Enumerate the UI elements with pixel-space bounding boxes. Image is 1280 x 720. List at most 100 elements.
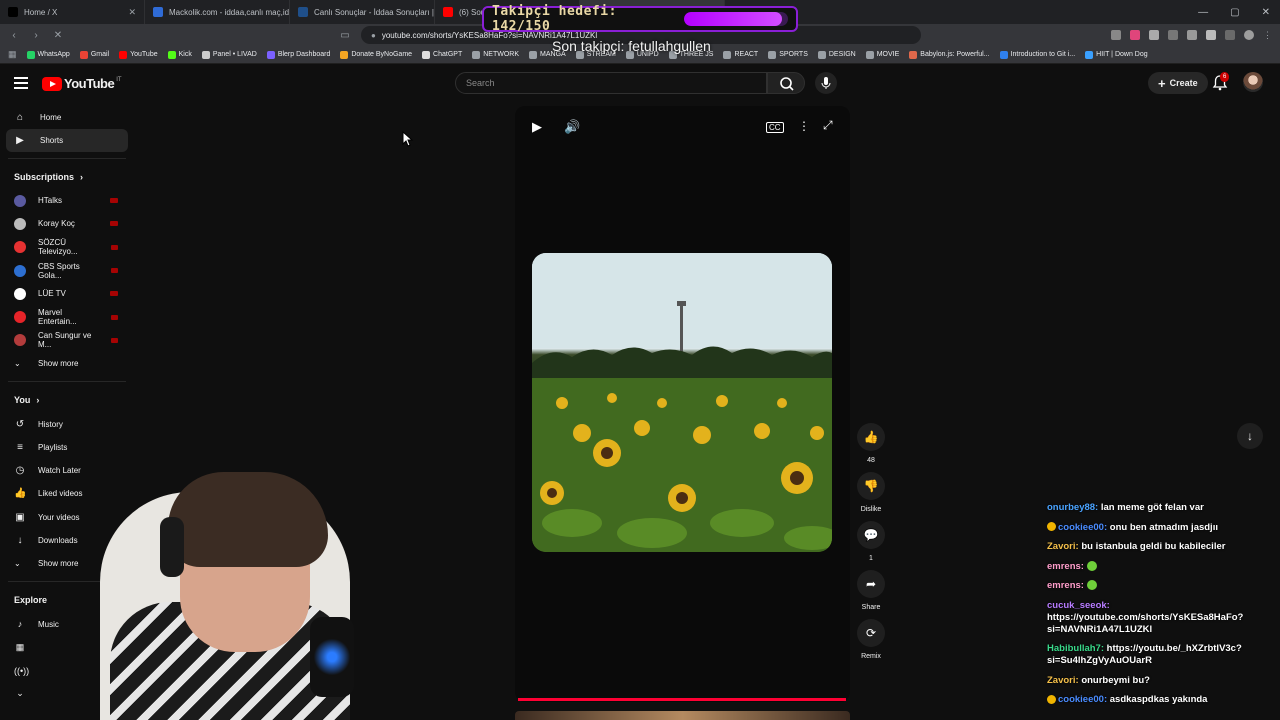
- forward-icon[interactable]: ›: [30, 30, 42, 41]
- bookmark-item[interactable]: ChatGPT: [422, 50, 462, 59]
- captions-icon[interactable]: CC: [766, 122, 784, 133]
- live-indicator-icon: [110, 314, 118, 320]
- browser-tab[interactable]: Mackolik.com - iddaa,canlı maç,idda✕: [145, 0, 290, 24]
- sunflower-field-image: [532, 253, 832, 552]
- menu-hamburger-icon[interactable]: [14, 77, 28, 89]
- extension-icon[interactable]: [1111, 30, 1121, 40]
- maximize-icon[interactable]: ▢: [1230, 7, 1239, 18]
- bookmark-label: SPORTS: [779, 51, 808, 58]
- chat-username: emrens:: [1047, 560, 1084, 572]
- extension-icon[interactable]: [1206, 30, 1216, 40]
- video-progress-bar[interactable]: [518, 698, 846, 701]
- browser-tab[interactable]: Canlı Sonuçlar - İddaa Sonuçları | Ma✕: [290, 0, 435, 24]
- bookmark-item[interactable]: Blerp Dashboard: [266, 50, 330, 59]
- remix-button[interactable]: ⟳: [857, 619, 885, 647]
- sidebar-item-home[interactable]: ⌂ Home: [6, 106, 128, 129]
- youtube-logo[interactable]: YouTube IT: [42, 76, 122, 91]
- sidebar-item-label: History: [38, 419, 63, 429]
- site-info-icon[interactable]: ●: [371, 31, 376, 40]
- bookmark-item[interactable]: HIIT | Down Dog: [1085, 50, 1148, 59]
- menu-dots-icon[interactable]: ⋮: [1263, 30, 1272, 41]
- subscription-item[interactable]: LÜE TV: [0, 282, 134, 305]
- next-short-preview[interactable]: [515, 711, 850, 720]
- account-avatar[interactable]: [1243, 72, 1263, 92]
- bookmark-label: WhatsApp: [37, 51, 70, 58]
- tab-favicon-icon: [298, 7, 308, 17]
- extension-icon[interactable]: [1130, 30, 1140, 40]
- play-icon[interactable]: ▶: [532, 119, 542, 135]
- subscription-item[interactable]: SÖZCÜ Televizyo...: [0, 236, 134, 259]
- bookmark-item[interactable]: Panel • LIVAD: [201, 50, 257, 59]
- profile-icon[interactable]: [1244, 30, 1254, 40]
- comments-action: 💬 1: [855, 521, 887, 562]
- sidebar-item-history[interactable]: ↺ History: [0, 412, 134, 435]
- extension-icon[interactable]: [1187, 30, 1197, 40]
- history-icon: ↺: [15, 418, 25, 430]
- browser-tab[interactable]: Home / X ✕: [0, 0, 145, 24]
- volume-icon[interactable]: 🔊: [564, 119, 580, 135]
- sidebar-item-shorts[interactable]: ▶ Shorts: [6, 129, 128, 152]
- bookmark-item[interactable]: REACT: [723, 50, 758, 59]
- subscription-item[interactable]: Marvel Entertain...: [0, 305, 134, 328]
- follower-goal-widget: Takipçi hedefi: 142/150: [482, 4, 798, 34]
- like-button[interactable]: 👍: [857, 423, 885, 451]
- bookmark-page-icon[interactable]: ▭: [339, 30, 351, 41]
- next-short-button[interactable]: ↓: [1237, 423, 1263, 449]
- extension-icon[interactable]: [1168, 30, 1178, 40]
- reload-icon[interactable]: ✕: [52, 30, 64, 41]
- bookmark-item[interactable]: DESIGN: [817, 50, 856, 59]
- fullscreen-icon[interactable]: ⤢: [823, 118, 833, 133]
- search-placeholder: Search: [466, 78, 495, 88]
- you-heading[interactable]: You ›: [0, 388, 134, 412]
- sidebar-item-playlists[interactable]: ≡ Playlists: [0, 436, 134, 459]
- dislike-button[interactable]: 👎: [857, 472, 885, 500]
- voice-search-button[interactable]: [815, 72, 837, 94]
- comments-button[interactable]: 💬: [857, 521, 885, 549]
- tab-favicon-icon: [153, 7, 163, 17]
- bookmark-item[interactable]: Introduction to Git i...: [999, 50, 1075, 59]
- chat-message: Zavori: bu istanbula geldi bu kabilecile…: [1047, 541, 1277, 553]
- bookmark-item[interactable]: YouTube: [119, 50, 158, 59]
- extension-icon[interactable]: [1149, 30, 1159, 40]
- tab-favicon-icon: [443, 7, 453, 17]
- chat-username: Habibullah7:: [1047, 643, 1105, 654]
- subscription-item[interactable]: Can Sungur ve M...: [0, 329, 134, 352]
- close-window-icon[interactable]: ✕: [1262, 7, 1270, 18]
- bookmark-item[interactable]: SPORTS: [768, 50, 808, 59]
- more-options-icon[interactable]: ⋮: [798, 119, 810, 133]
- bookmark-item[interactable]: MOVIE: [865, 50, 899, 59]
- back-icon[interactable]: ‹: [8, 30, 20, 41]
- microphone-icon: [310, 617, 354, 697]
- subscription-item[interactable]: HTalks: [0, 189, 134, 212]
- bookmark-item[interactable]: NETWORK: [472, 50, 519, 59]
- share-button[interactable]: ➦: [857, 570, 885, 598]
- search-button[interactable]: [767, 72, 805, 94]
- show-more-button[interactable]: ⌄ Show more: [0, 352, 134, 375]
- mouse-cursor-icon: [402, 131, 414, 147]
- tab-close-icon[interactable]: ✕: [128, 7, 136, 18]
- bookmark-item[interactable]: WhatsApp: [26, 50, 70, 59]
- subscription-item[interactable]: Koray Koç: [0, 212, 134, 235]
- bookmark-item[interactable]: Gmail: [79, 50, 109, 59]
- create-button[interactable]: + Create: [1148, 72, 1208, 94]
- search-input[interactable]: Search: [455, 72, 767, 94]
- bookmark-item[interactable]: Donate ByNoGame: [340, 50, 412, 59]
- bookmark-item[interactable]: Kick: [167, 50, 192, 59]
- live-indicator-icon: [110, 291, 118, 297]
- bookmark-favicon-icon: [79, 50, 88, 59]
- extension-icon[interactable]: [1225, 30, 1235, 40]
- bookmark-item[interactable]: Babylon.js: Powerful...: [909, 50, 990, 59]
- chevron-right-icon: ›: [36, 395, 40, 406]
- minimize-icon[interactable]: —: [1198, 7, 1208, 18]
- apps-grid-icon[interactable]: ▦: [8, 49, 17, 60]
- subscription-item[interactable]: CBS Sports Gola...: [0, 259, 134, 282]
- music-icon: ♪: [17, 619, 23, 630]
- subscription-label: LÜE TV: [38, 289, 66, 299]
- short-video-frame[interactable]: [532, 253, 832, 552]
- share-action: ➦ Share: [855, 570, 887, 611]
- subscription-label: SÖZCÜ Televizyo...: [38, 238, 78, 257]
- window-controls: — ▢ ✕: [1198, 0, 1270, 24]
- chat-message: emrens:: [1047, 561, 1277, 573]
- streamer-webcam: [40, 462, 380, 720]
- subscriptions-heading[interactable]: Subscriptions ›: [0, 165, 134, 189]
